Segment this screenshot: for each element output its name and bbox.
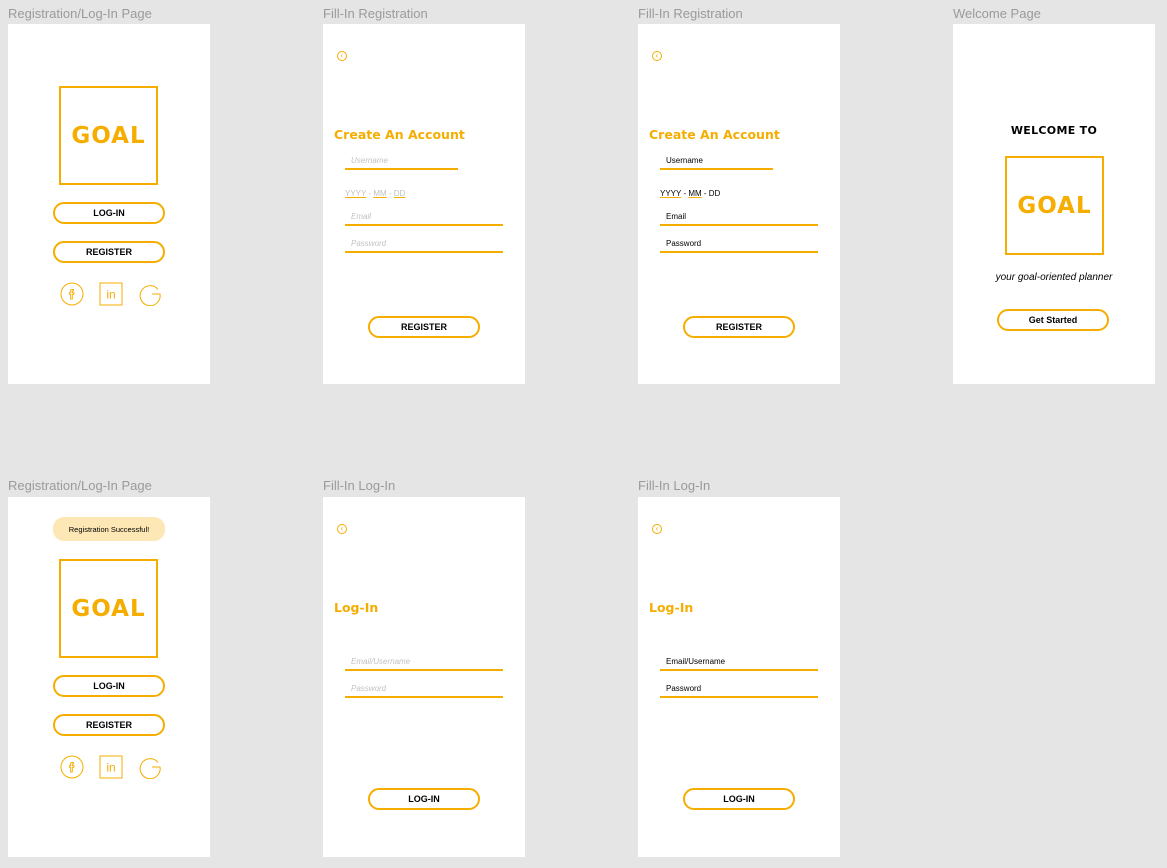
facebook-icon[interactable] [60, 755, 84, 779]
frame-label-fill-in-registration-filled: Fill-In Registration [638, 6, 743, 21]
login-button[interactable]: LOG-IN [53, 202, 165, 224]
username-field[interactable]: Username [345, 156, 458, 170]
login-button[interactable]: LOG-IN [683, 788, 795, 810]
tagline: your goal-oriented planner [995, 272, 1113, 283]
social-login-row: in [60, 755, 162, 779]
logo: GOAL [1005, 156, 1104, 255]
frame-label-fill-in-registration: Fill-In Registration [323, 6, 428, 21]
birthdate-field[interactable]: YYYY - MM - DD [660, 189, 720, 198]
frame-fill-in-login-filled: ‹ Log-In Email/Username Password LOG-IN [638, 497, 840, 857]
linkedin-icon[interactable]: in [99, 755, 123, 779]
year-field[interactable]: YYYY [345, 189, 366, 198]
frame-fill-in-registration-filled: ‹ Create An Account Username YYYY - MM -… [638, 24, 840, 384]
login-button[interactable]: LOG-IN [368, 788, 480, 810]
frame-label-registration-login: Registration/Log-In Page [8, 6, 152, 21]
email-field[interactable]: Email [660, 212, 818, 226]
page-title: Log-In [334, 600, 379, 615]
logo-text: GOAL [71, 122, 146, 149]
day-field[interactable]: DD [709, 189, 721, 198]
logo: GOAL [59, 559, 158, 658]
register-button[interactable]: REGISTER [368, 316, 480, 338]
social-login-row: in [60, 282, 162, 306]
logo-text: GOAL [1017, 192, 1092, 219]
register-button[interactable]: REGISTER [53, 714, 165, 736]
email-field[interactable]: Email [345, 212, 503, 226]
back-arrow-icon[interactable]: ‹ [652, 524, 662, 534]
login-button[interactable]: LOG-IN [53, 675, 165, 697]
year-field[interactable]: YYYY [660, 189, 681, 198]
page-title: Log-In [649, 600, 694, 615]
email-username-field[interactable]: Email/Username [660, 657, 818, 671]
frame-registration-login: GOAL LOG-IN REGISTER in [8, 24, 210, 384]
welcome-title: WELCOME TO [1010, 124, 1098, 137]
google-icon[interactable] [138, 282, 162, 306]
back-arrow-icon[interactable]: ‹ [337, 524, 347, 534]
page-title: Create An Account [334, 127, 465, 142]
frame-fill-in-login-empty: ‹ Log-In Email/Username Password LOG-IN [323, 497, 525, 857]
google-icon[interactable] [138, 755, 162, 779]
day-field[interactable]: DD [394, 189, 406, 198]
email-username-field[interactable]: Email/Username [345, 657, 503, 671]
back-arrow-icon[interactable]: ‹ [652, 51, 662, 61]
frame-fill-in-registration-empty: ‹ Create An Account Username YYYY - MM -… [323, 24, 525, 384]
password-field[interactable]: Password [345, 684, 503, 698]
linkedin-icon[interactable]: in [99, 282, 123, 306]
frame-label-fill-in-login: Fill-In Log-In [323, 478, 396, 493]
logo-text: GOAL [71, 595, 146, 622]
frame-registration-login-success: Registration Successful! GOAL LOG-IN REG… [8, 497, 210, 857]
svg-text:in: in [106, 288, 115, 302]
month-field[interactable]: MM [373, 189, 386, 198]
page-title: Create An Account [649, 127, 780, 142]
frame-label-registration-login-success: Registration/Log-In Page [8, 478, 152, 493]
logo: GOAL [59, 86, 158, 185]
facebook-icon[interactable] [60, 282, 84, 306]
password-field[interactable]: Password [660, 239, 818, 253]
register-button[interactable]: REGISTER [683, 316, 795, 338]
back-arrow-icon[interactable]: ‹ [337, 51, 347, 61]
get-started-button[interactable]: Get Started [997, 309, 1109, 331]
username-field[interactable]: Username [660, 156, 773, 170]
password-field[interactable]: Password [660, 684, 818, 698]
frame-label-fill-in-login-filled: Fill-In Log-In [638, 478, 711, 493]
svg-text:in: in [106, 761, 115, 775]
password-field[interactable]: Password [345, 239, 503, 253]
frame-welcome: WELCOME TO GOAL your goal-oriented plann… [953, 24, 1155, 384]
month-field[interactable]: MM [688, 189, 701, 198]
birthdate-field[interactable]: YYYY - MM - DD [345, 189, 405, 198]
register-button[interactable]: REGISTER [53, 241, 165, 263]
success-toast: Registration Successful! [53, 517, 165, 541]
frame-label-welcome: Welcome Page [953, 6, 1041, 21]
